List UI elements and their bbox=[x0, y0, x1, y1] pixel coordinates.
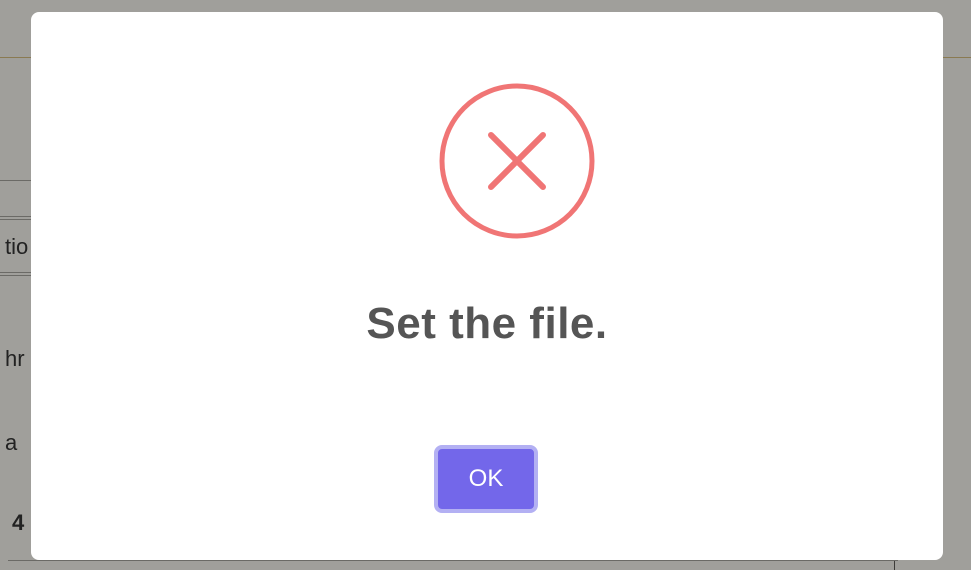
ok-button[interactable]: OK bbox=[434, 445, 538, 513]
background-text: 4 bbox=[12, 510, 25, 535]
ok-button-label: OK bbox=[468, 465, 504, 492]
divider bbox=[8, 560, 898, 561]
dialog-message: Set the file. bbox=[366, 299, 608, 348]
background-text: hr bbox=[5, 346, 25, 371]
background-text: a bbox=[5, 430, 18, 455]
background-text: tio bbox=[5, 234, 29, 259]
error-x-circle-icon bbox=[439, 83, 595, 239]
error-dialog: Set the file. OK bbox=[31, 12, 943, 560]
